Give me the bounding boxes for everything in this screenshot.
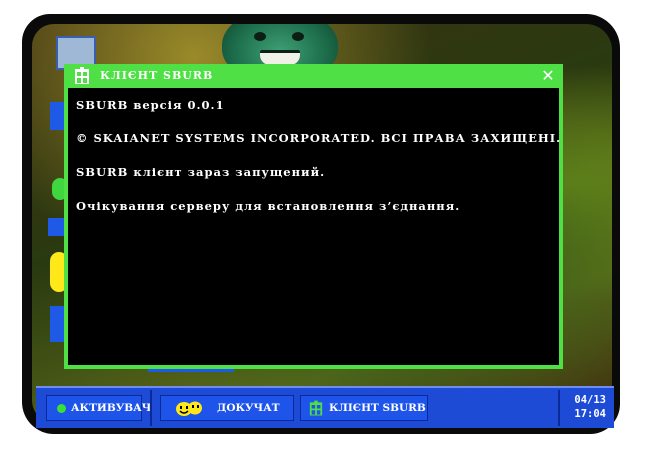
terminal-line: SBURB клієнт зараз запущений. — [76, 165, 326, 179]
troll-eye — [254, 32, 266, 41]
taskbar-app-label: КЛІЄНТ SBURB — [329, 402, 426, 414]
start-indicator-icon — [57, 404, 66, 413]
sburb-client-window[interactable]: КЛІЄНТ SBURB ✕ SBURB версія 0.0.1 © SKAI… — [64, 64, 563, 369]
clock-time: 17:04 — [574, 408, 606, 420]
troll-eye — [292, 32, 304, 41]
sburb-house-icon — [309, 400, 323, 416]
start-button-label: АКТИВУВАЧ — [71, 402, 152, 414]
sburb-house-icon — [75, 67, 89, 84]
close-button[interactable]: ✕ — [539, 66, 557, 86]
terminal-output: SBURB версія 0.0.1 © SKAIANET SYSTEMS IN… — [68, 88, 562, 365]
taskbar-clock: 04/13 17:04 — [574, 393, 606, 421]
pesterchum-icon — [176, 401, 202, 416]
clock-date: 04/13 — [574, 394, 606, 406]
terminal-line: SBURB версія 0.0.1 — [76, 98, 225, 112]
taskbar-separator — [150, 390, 152, 426]
troll-mouth — [260, 50, 300, 65]
taskbar-app-pesterchum[interactable]: ДОКУЧАТ — [160, 395, 294, 421]
terminal-line: © SKAIANET SYSTEMS INCORPORATED. ВСІ ПРА… — [76, 131, 562, 145]
start-button[interactable]: АКТИВУВАЧ — [46, 395, 151, 421]
taskbar-app-label: ДОКУЧАТ — [217, 402, 280, 414]
taskbar: АКТИВУВАЧ ДОКУЧАТ КЛІЄНТ SBURB 04/13 17:… — [36, 386, 614, 428]
window-title: КЛІЄНТ SBURB — [100, 69, 214, 82]
window-titlebar[interactable]: КЛІЄНТ SBURB ✕ — [64, 64, 563, 88]
taskbar-app-sburb-client[interactable]: КЛІЄНТ SBURB — [300, 395, 428, 421]
terminal-line: Очікування серверу для встановлення з’єд… — [76, 199, 461, 213]
taskbar-separator — [558, 390, 560, 426]
